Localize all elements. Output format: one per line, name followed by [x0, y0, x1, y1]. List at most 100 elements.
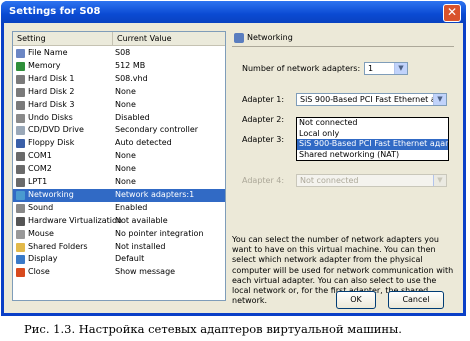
- hard-disk-icon: [16, 87, 25, 97]
- dropdown-option[interactable]: Not connected: [297, 118, 448, 129]
- list-item[interactable]: Sound Enabled: [13, 202, 225, 215]
- column-header-current-value[interactable]: Current Value: [113, 32, 225, 46]
- list-item-value: Disabled: [115, 112, 150, 122]
- figure-caption: Рис. 1.3. Настройка сетевых адаптеров ви…: [24, 322, 402, 336]
- list-item-name: Display: [28, 254, 58, 264]
- list-item[interactable]: COM1 None: [13, 150, 225, 163]
- adapter4-select: Not connected ▼: [296, 174, 447, 187]
- list-item-value: Secondary controller: [115, 125, 199, 135]
- adapter1-select[interactable]: SiS 900-Based PCI Fast Ethernet a ▼: [296, 93, 447, 106]
- adapter4-value: Not connected: [300, 176, 359, 185]
- list-item[interactable]: Hardware Virtualization Not available: [13, 215, 225, 228]
- list-item-value: None: [115, 151, 136, 161]
- list-item-value: Show message: [115, 267, 176, 277]
- panel-header: Networking: [232, 31, 454, 45]
- memory-icon: [16, 61, 25, 71]
- close-setting-icon: [16, 268, 25, 278]
- column-header-setting[interactable]: Setting: [13, 32, 113, 46]
- hard-disk-icon: [16, 74, 25, 84]
- chevron-down-icon[interactable]: ▼: [394, 63, 407, 74]
- list-item[interactable]: Networking Network adapters:1: [13, 188, 225, 202]
- list-item[interactable]: Close Show message: [13, 266, 225, 279]
- settings-window: Settings for S08 ✕ Setting Current Value…: [1, 1, 466, 316]
- list-item-value: Default: [115, 254, 145, 264]
- lpt-port-icon: [16, 178, 25, 187]
- list-item[interactable]: Hard Disk 1 S08.vhd: [13, 73, 225, 86]
- list-item-name: Sound: [28, 202, 54, 212]
- list-item-name: Shared Folders: [28, 241, 88, 251]
- settings-list: Setting Current Value File Name S08 Memory…: [12, 31, 226, 301]
- adapter1-label: Adapter 1:: [242, 95, 285, 104]
- floppy-icon: [16, 139, 25, 149]
- num-adapters-value: 1: [368, 64, 374, 73]
- list-item-value: No pointer integration: [115, 228, 204, 238]
- close-icon: ✕: [446, 5, 458, 19]
- list-item-value: S08: [115, 48, 131, 57]
- list-item[interactable]: LPT1 None: [13, 176, 225, 189]
- com-port-icon: [16, 165, 25, 175]
- panel-title: Networking: [247, 33, 293, 42]
- chevron-down-icon[interactable]: ▼: [433, 94, 446, 105]
- list-item-name: COM1: [28, 151, 52, 161]
- network-icon: [16, 190, 25, 200]
- list-item-name: Hard Disk 1: [28, 73, 75, 83]
- dialog-body: Setting Current Value File Name S08 Memory…: [4, 23, 463, 313]
- list-item-name: Hard Disk 2: [28, 86, 75, 96]
- dropdown-option[interactable]: Shared networking (NAT): [297, 150, 448, 161]
- list-item-value: None: [115, 86, 136, 96]
- close-button[interactable]: ✕: [443, 4, 461, 22]
- list-item[interactable]: Undo Disks Disabled: [13, 112, 225, 125]
- adapter3-label: Adapter 3:: [242, 135, 285, 144]
- list-item[interactable]: Hard Disk 2 None: [13, 86, 225, 99]
- list-item[interactable]: COM2 None: [13, 163, 225, 176]
- list-item-name: Floppy Disk: [28, 138, 75, 148]
- dropdown-option[interactable]: Local only: [297, 129, 448, 140]
- list-item-value: Enabled: [115, 202, 148, 212]
- list-item[interactable]: Floppy Disk Auto detected: [13, 137, 225, 150]
- list-item-name: Undo Disks: [28, 112, 73, 122]
- cancel-button[interactable]: Cancel: [388, 291, 444, 309]
- title-bar[interactable]: Settings for S08 ✕: [1, 1, 466, 23]
- list-item-name: Close: [28, 267, 50, 277]
- hardware-icon: [16, 216, 25, 226]
- hard-disk-icon: [16, 100, 25, 110]
- list-item-name: Networking: [28, 189, 74, 199]
- adapter1-value: SiS 900-Based PCI Fast Ethernet a: [300, 95, 436, 104]
- list-item-name: Mouse: [28, 228, 54, 238]
- chevron-down-icon: ▼: [433, 175, 446, 186]
- list-item[interactable]: Display Default: [13, 253, 225, 266]
- list-item-name: LPT1: [28, 177, 48, 186]
- list-item[interactable]: Hard Disk 3 None: [13, 99, 225, 112]
- file-icon: [16, 49, 25, 58]
- list-item-value: None: [115, 177, 136, 186]
- num-adapters-label: Number of network adapters:: [242, 64, 361, 73]
- list-item-value: 512 MB: [115, 60, 146, 70]
- com-port-icon: [16, 152, 25, 162]
- folder-icon: [16, 242, 25, 252]
- network-icon: [234, 33, 244, 43]
- list-item-value: Not available: [115, 215, 168, 225]
- divider: [232, 46, 454, 47]
- list-item-value: Network adapters:1: [115, 189, 195, 199]
- list-item-name: Memory: [28, 60, 61, 70]
- list-item[interactable]: Shared Folders Not installed: [13, 241, 225, 254]
- list-item-value: None: [115, 164, 136, 174]
- undo-disk-icon: [16, 113, 25, 123]
- adapter1-dropdown-list: Not connected Local only SiS 900-Based PCI…: [296, 117, 449, 161]
- num-adapters-select[interactable]: 1 ▼: [364, 62, 408, 75]
- ok-button[interactable]: OK: [336, 291, 376, 309]
- list-item[interactable]: Mouse No pointer integration: [13, 228, 225, 241]
- list-item[interactable]: CD/DVD Drive Secondary controller: [13, 124, 225, 137]
- adapter2-label: Adapter 2:: [242, 115, 285, 124]
- list-item[interactable]: Memory 512 MB: [13, 60, 225, 73]
- list-item[interactable]: File Name S08: [13, 47, 225, 60]
- list-item-value: None: [115, 99, 136, 109]
- display-icon: [16, 255, 25, 265]
- list-item-value: S08.vhd: [115, 73, 148, 83]
- dropdown-option[interactable]: SiS 900-Based PCI Fast Ethernet адаптер: [297, 139, 448, 150]
- list-item-name: CD/DVD Drive: [28, 125, 84, 135]
- networking-panel: Networking Number of network adapters: 1…: [232, 31, 457, 305]
- mouse-icon: [16, 229, 25, 239]
- list-item-name: Hard Disk 3: [28, 99, 75, 109]
- list-item-name: COM2: [28, 164, 52, 174]
